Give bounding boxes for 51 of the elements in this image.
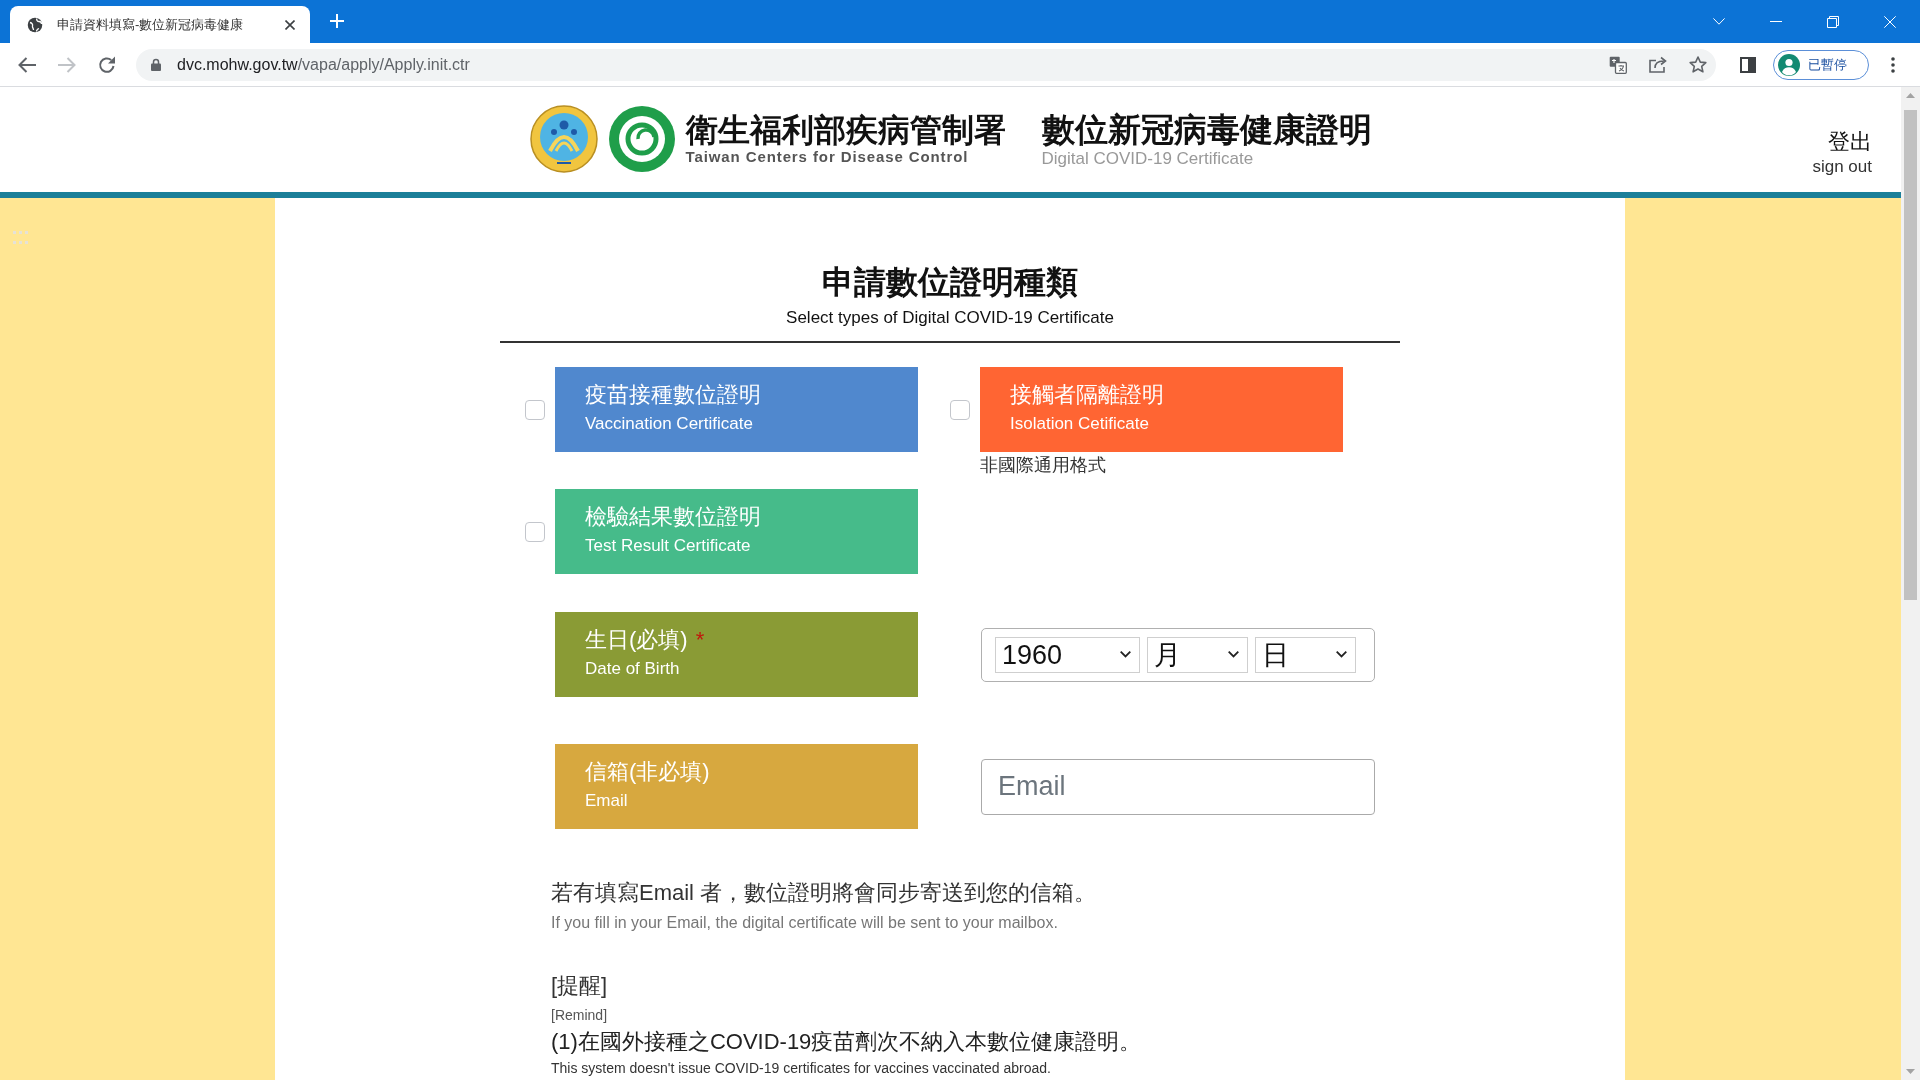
checkbox[interactable]: [950, 399, 970, 420]
round-emblem-icon: [529, 105, 598, 173]
site-title-english: Digital COVID-19 Certificate: [1041, 148, 1255, 170]
section-title: 申請數位證明種類: [821, 263, 1079, 302]
format-note: 非國際通用格式: [980, 454, 1106, 477]
globe-icon: [27, 16, 43, 33]
star-icon[interactable]: [1689, 56, 1707, 73]
reminder-title-english: [Remind]: [551, 1006, 608, 1025]
close-icon[interactable]: [285, 19, 295, 30]
select-field[interactable]: 1960: [995, 636, 1140, 673]
field-label-english: Email: [585, 790, 628, 812]
menu-icon[interactable]: [1891, 56, 1895, 73]
agency-name-english: Taiwan Centers for Disease Control: [685, 147, 970, 167]
reminder-item-english: This system doesn't issue COVID-19 certificates for vaccines vaccinated abroad.: [551, 1060, 1051, 1076]
seal-emblem-icon: [607, 105, 676, 173]
caret-icon: [1228, 651, 1239, 658]
select-field[interactable]: 日: [1255, 636, 1356, 673]
section-subtitle: Select types of Digital COVID-19 Certificate: [785, 307, 1115, 329]
reminder-item: (1)在國外接種之COVID-19疫苗劑次不納入本數位健康證明。: [551, 1028, 1142, 1056]
field-label: 信箱(非必填): [585, 758, 710, 786]
select-field[interactable]: 月: [1147, 636, 1248, 673]
agency-name: 衛生福利部疾病管制署: [685, 111, 1006, 150]
caret-icon: [1120, 651, 1131, 658]
field-label-english: Date of Birth: [585, 658, 680, 680]
url-text: dvc.mohw.gov.tw/vapa/apply/Apply.init.ctr: [177, 55, 470, 74]
translate-icon[interactable]: [1609, 55, 1627, 74]
back-arrow-icon[interactable]: [18, 56, 36, 73]
checkbox[interactable]: [525, 399, 545, 420]
browser-tab[interactable]: 申請資料填寫-數位新冠病毒健康: [10, 6, 310, 43]
chevron-down-icon[interactable]: [1713, 18, 1725, 25]
reload-icon[interactable]: [98, 55, 116, 74]
sign-out-link[interactable]: 登出 sign out: [1812, 128, 1872, 178]
field-label: 生日(必填) *: [585, 626, 705, 654]
address-bar[interactable]: dvc.mohw.gov.tw/vapa/apply/Apply.init.ctr: [136, 48, 1716, 81]
site-title: 數位新冠病毒健康證明: [1041, 110, 1372, 150]
email-field[interactable]: Email: [981, 758, 1375, 815]
lock-icon[interactable]: [151, 58, 161, 71]
reminder-title: [提醒]: [551, 972, 608, 1000]
caret-icon: [1336, 651, 1347, 658]
profile-button[interactable]: 已暫停: [1773, 49, 1869, 80]
plus-icon[interactable]: [330, 13, 344, 28]
scrollbar-thumb[interactable]: [1904, 110, 1917, 600]
grip-dots-icon: [13, 231, 28, 244]
share-icon[interactable]: [1649, 56, 1667, 73]
email-hint: 若有填寫Email 者，數位證明將會同步寄送到您的信箱。: [551, 879, 1097, 907]
certificate-type-option[interactable]: 疫苗接種數位證明 Vaccination Certificate: [555, 367, 918, 452]
avatar-icon: [1778, 53, 1800, 76]
email-hint-english: If you fill in your Email, the digital certificate will be sent to your mailbox.: [551, 913, 1058, 933]
restore-icon[interactable]: [1827, 15, 1839, 28]
side-panel-icon[interactable]: [1740, 56, 1756, 73]
checkbox[interactable]: [525, 521, 545, 542]
